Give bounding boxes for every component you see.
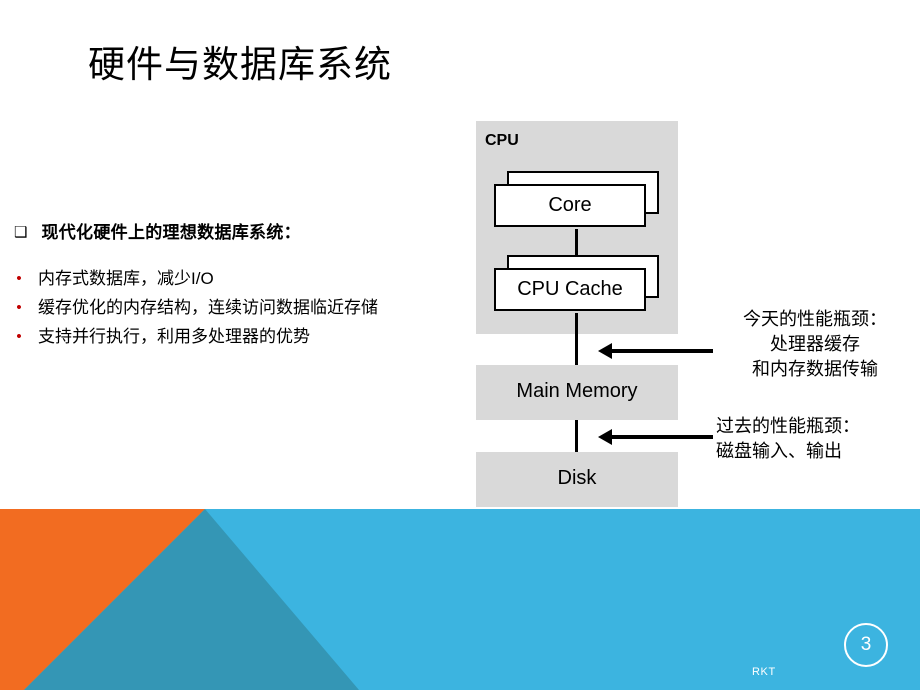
- list-item-label: 缓存优化的内存结构，连续访问数据临近存储: [38, 298, 378, 317]
- list-item-label: 内存式数据库，减少I/O: [38, 269, 214, 288]
- list-item-label: 支持并行执行，利用多处理器的优势: [38, 327, 310, 346]
- arrow-shaft: [608, 349, 713, 353]
- cpu-panel-label: CPU: [485, 132, 519, 149]
- list-item: • 支持并行执行，利用多处理器的优势: [14, 324, 464, 350]
- arrow-to-disk-icon: [598, 427, 713, 447]
- annotation-current-bottleneck: 今天的性能瓶颈： 处理器缓存 和内存数据传输: [743, 309, 887, 379]
- lead-bullet-row: ❑ 现代化硬件上的理想数据库系统：: [14, 222, 464, 244]
- list-item: • 内存式数据库，减少I/O: [14, 266, 464, 292]
- sub-bullet-list: • 内存式数据库，减少I/O • 缓存优化的内存结构，连续访问数据临近存储 • …: [14, 266, 464, 350]
- slide-canvas: 硬件与数据库系统 ❑ 现代化硬件上的理想数据库系统： • 内存式数据库，减少I/…: [0, 0, 920, 690]
- dot-bullet-icon: •: [16, 270, 22, 287]
- main-memory-panel: Main Memory: [476, 365, 678, 420]
- page-title: 硬件与数据库系统: [88, 44, 392, 85]
- list-item: • 缓存优化的内存结构，连续访问数据临近存储: [14, 295, 464, 321]
- arrow-shaft: [608, 435, 713, 439]
- page-number-badge: 3: [844, 623, 888, 667]
- dot-bullet-icon: •: [16, 328, 22, 345]
- square-bullet-icon: ❑: [14, 224, 28, 241]
- main-memory-label: Main Memory: [516, 380, 638, 402]
- annotation-past-bottleneck: 过去的性能瓶颈： 磁盘输入、输出: [716, 416, 860, 461]
- connector-cache-to-memory: [575, 313, 578, 365]
- cpu-cache-box-group: CPU Cache: [485, 255, 660, 313]
- connector-core-to-cache: [575, 229, 578, 255]
- disk-label: Disk: [557, 467, 597, 489]
- core-box-group: Core: [485, 171, 660, 229]
- bottom-decoration-band: [0, 509, 920, 690]
- cpu-cache-box: CPU Cache: [494, 268, 646, 311]
- core-box: Core: [494, 184, 646, 227]
- left-content-block: ❑ 现代化硬件上的理想数据库系统： • 内存式数据库，减少I/O • 缓存优化的…: [14, 222, 464, 353]
- dot-bullet-icon: •: [16, 299, 22, 316]
- connector-memory-to-disk: [575, 420, 578, 452]
- footer-label: RKT: [752, 666, 776, 678]
- arrow-to-cpu-cache-icon: [598, 341, 713, 361]
- disk-panel: Disk: [476, 452, 678, 507]
- lead-bullet-text: 现代化硬件上的理想数据库系统：: [41, 223, 301, 242]
